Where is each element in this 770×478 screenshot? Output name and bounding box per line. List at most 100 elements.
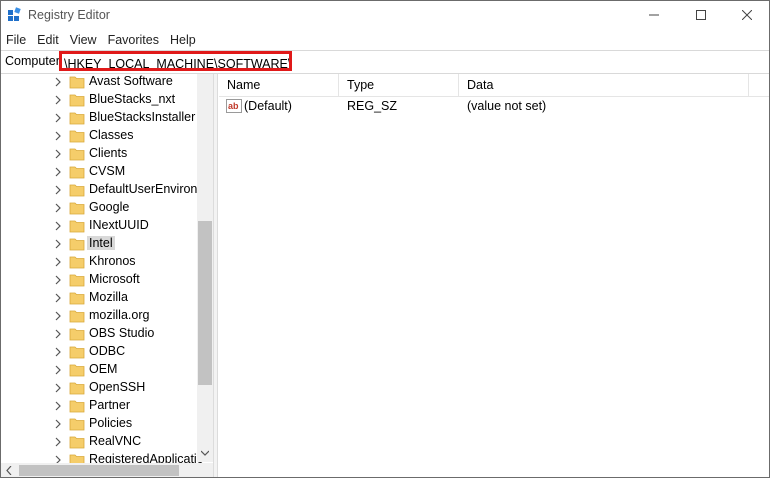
tree-item-label: Partner — [89, 398, 130, 412]
folder-icon — [69, 202, 85, 215]
pane-splitter[interactable] — [213, 74, 218, 477]
maximize-button[interactable] — [678, 1, 724, 29]
tree-item-label: Policies — [89, 416, 133, 430]
expand-chevron-icon[interactable] — [53, 346, 63, 358]
minimize-button[interactable] — [631, 1, 677, 29]
tree-vertical-scroll-thumb[interactable] — [198, 221, 212, 385]
tree-item[interactable]: BlueStacks_nxt — [1, 91, 197, 109]
folder-icon — [69, 364, 85, 377]
folder-icon — [69, 328, 85, 341]
registry-editor-window: Registry Editor File Edit View Favorites… — [0, 0, 770, 478]
tree-item[interactable]: CVSM — [1, 163, 197, 181]
tree-item-label: Mozilla — [89, 290, 128, 304]
folder-icon — [69, 400, 85, 413]
svg-text:ab: ab — [228, 101, 239, 111]
value-name: (Default) — [244, 99, 292, 113]
expand-chevron-icon[interactable] — [53, 382, 63, 394]
tree-item[interactable]: Partner — [1, 397, 197, 415]
menu-bar: File Edit View Favorites Help — [1, 31, 769, 49]
expand-chevron-icon[interactable] — [53, 364, 63, 376]
menu-view[interactable]: View — [65, 31, 103, 49]
tree-item-label: Classes — [89, 128, 134, 142]
expand-chevron-icon[interactable] — [53, 238, 63, 250]
expand-chevron-icon[interactable] — [53, 94, 63, 106]
tree-item-label: Google — [89, 200, 130, 214]
expand-chevron-icon[interactable] — [53, 166, 63, 178]
tree-item[interactable]: Khronos — [1, 253, 197, 271]
folder-icon — [69, 346, 85, 359]
tree-item-label: ODBC — [89, 344, 126, 358]
expand-chevron-icon[interactable] — [53, 292, 63, 304]
column-header-data[interactable]: Data — [459, 74, 749, 96]
folder-icon — [69, 382, 85, 395]
menu-help[interactable]: Help — [165, 31, 202, 49]
tree-horizontal-scrollbar[interactable] — [1, 463, 197, 477]
tree-item[interactable]: Classes — [1, 127, 197, 145]
expand-chevron-icon[interactable] — [53, 220, 63, 232]
menu-file[interactable]: File — [1, 31, 32, 49]
tree-item[interactable]: ODBC — [1, 343, 197, 361]
tree-item-label: OBS Studio — [89, 326, 155, 340]
tree-item[interactable]: Policies — [1, 415, 197, 433]
tree-item[interactable]: Intel — [1, 235, 197, 253]
tree-item[interactable]: OBS Studio — [1, 325, 197, 343]
menu-edit[interactable]: Edit — [32, 31, 65, 49]
tree-item-label: INextUUID — [89, 218, 149, 232]
expand-chevron-icon[interactable] — [53, 112, 63, 124]
registry-editor-app-icon — [8, 7, 21, 21]
folder-icon — [69, 220, 85, 233]
key-tree-pane[interactable]: Avast Software BlueStacks_nxt BlueStacksIn… — [1, 74, 213, 477]
expand-chevron-icon[interactable] — [53, 274, 63, 286]
expand-chevron-icon[interactable] — [53, 436, 63, 448]
folder-icon — [69, 292, 85, 305]
address-path-highlighted[interactable]: \HKEY_LOCAL_MACHINE\SOFTWARE\Intel — [59, 51, 292, 71]
scroll-left-arrow-icon[interactable] — [6, 466, 12, 475]
folder-icon — [69, 94, 85, 107]
tree-item-label: CVSM — [89, 164, 126, 178]
expand-chevron-icon[interactable] — [53, 310, 63, 322]
title-bar: Registry Editor — [1, 1, 769, 29]
scroll-down-arrow-icon[interactable] — [201, 450, 209, 456]
tree-vertical-scrollbar[interactable] — [197, 74, 213, 462]
menu-favorites[interactable]: Favorites — [103, 31, 165, 49]
value-row[interactable]: ab (Default) REG_SZ (value not set) — [219, 97, 769, 116]
scrollbar-corner — [197, 463, 213, 477]
close-icon — [742, 10, 752, 20]
tree-item[interactable]: mozilla.org — [1, 307, 197, 325]
tree-item-label: BlueStacks_nxt — [89, 92, 176, 106]
folder-icon — [69, 238, 85, 251]
address-bar[interactable]: Computer \HKEY_LOCAL_MACHINE\SOFTWARE\In… — [1, 50, 769, 74]
expand-chevron-icon[interactable] — [53, 202, 63, 214]
expand-chevron-icon[interactable] — [53, 328, 63, 340]
tree-item[interactable]: Clients — [1, 145, 197, 163]
column-header-name[interactable]: Name — [219, 74, 339, 96]
folder-icon — [69, 130, 85, 143]
minimize-icon — [649, 14, 659, 16]
tree-item[interactable]: RealVNC — [1, 433, 197, 451]
tree-item[interactable]: Google — [1, 199, 197, 217]
expand-chevron-icon[interactable] — [53, 148, 63, 160]
tree-item[interactable]: INextUUID — [1, 217, 197, 235]
tree-item[interactable]: OEM — [1, 361, 197, 379]
folder-icon — [69, 184, 85, 197]
values-list-pane[interactable]: Name Type Data ab (Default) REG_SZ (valu… — [219, 74, 769, 477]
expand-chevron-icon[interactable] — [53, 256, 63, 268]
tree-item[interactable]: Mozilla — [1, 289, 197, 307]
tree-horizontal-scroll-thumb[interactable] — [19, 465, 179, 476]
address-root: Computer — [5, 54, 60, 68]
tree-item[interactable]: BlueStacksInstaller — [1, 109, 197, 127]
tree-item[interactable]: Avast Software — [1, 74, 197, 91]
expand-chevron-icon[interactable] — [53, 130, 63, 142]
folder-icon — [69, 418, 85, 431]
expand-chevron-icon[interactable] — [53, 184, 63, 196]
close-button[interactable] — [724, 1, 769, 29]
tree-item-label: Avast Software — [89, 74, 173, 88]
expand-chevron-icon[interactable] — [53, 400, 63, 412]
expand-chevron-icon[interactable] — [53, 76, 63, 88]
column-header-type[interactable]: Type — [339, 74, 459, 96]
tree-item[interactable]: DefaultUserEnvironn — [1, 181, 204, 199]
value-type: REG_SZ — [347, 99, 398, 113]
expand-chevron-icon[interactable] — [53, 418, 63, 430]
tree-item[interactable]: Microsoft — [1, 271, 197, 289]
tree-item[interactable]: OpenSSH — [1, 379, 197, 397]
